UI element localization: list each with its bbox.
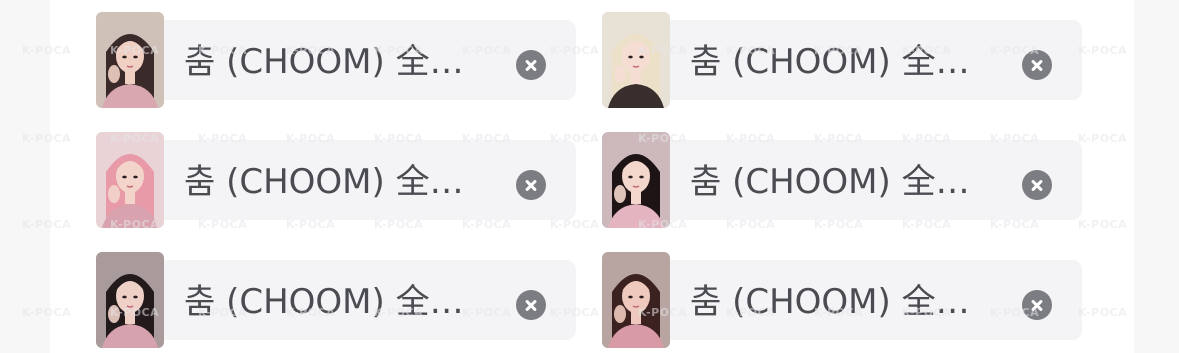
remove-item-icon[interactable] bbox=[1022, 50, 1052, 80]
photocard-member-6 bbox=[602, 252, 670, 348]
photocard-member-1 bbox=[96, 12, 164, 108]
photocard-title: 춤 (CHOOM) 全… bbox=[690, 282, 970, 322]
photocard-grid: 춤 (CHOOM) 全… 춤 (CHOOM) 全… 춤 (CHOOM) 全… 춤… bbox=[96, 12, 1082, 352]
photocard-thumbnail[interactable] bbox=[96, 252, 164, 348]
left-rail bbox=[0, 0, 50, 353]
photocard-thumbnail[interactable] bbox=[602, 252, 670, 348]
photocard-title: 춤 (CHOOM) 全… bbox=[184, 42, 464, 82]
photocard-item[interactable]: 춤 (CHOOM) 全… bbox=[96, 132, 576, 228]
remove-item-icon[interactable] bbox=[516, 290, 546, 320]
watermark-mark: K-POCA bbox=[1078, 132, 1128, 145]
photocard-item[interactable]: 춤 (CHOOM) 全… bbox=[96, 252, 576, 348]
photocard-thumbnail[interactable] bbox=[602, 12, 670, 108]
remove-item-icon[interactable] bbox=[516, 170, 546, 200]
watermark-mark: K-POCA bbox=[1078, 218, 1128, 231]
watermark-mark: K-POCA bbox=[1078, 306, 1128, 319]
remove-item-icon[interactable] bbox=[516, 50, 546, 80]
photocard-thumbnail[interactable] bbox=[96, 132, 164, 228]
right-rail bbox=[1134, 0, 1179, 353]
photocard-item[interactable]: 춤 (CHOOM) 全… bbox=[602, 12, 1082, 108]
photocard-item[interactable]: 춤 (CHOOM) 全… bbox=[602, 132, 1082, 228]
watermark-mark: K-POCA bbox=[1078, 44, 1128, 57]
photocard-member-4 bbox=[602, 132, 670, 228]
photocard-member-5 bbox=[96, 252, 164, 348]
remove-item-icon[interactable] bbox=[1022, 290, 1052, 320]
photocard-member-3 bbox=[96, 132, 164, 228]
photocard-item[interactable]: 춤 (CHOOM) 全… bbox=[602, 252, 1082, 348]
photocard-title: 춤 (CHOOM) 全… bbox=[690, 42, 970, 82]
photocard-member-2 bbox=[602, 12, 670, 108]
photocard-title: 춤 (CHOOM) 全… bbox=[690, 162, 970, 202]
photocard-item[interactable]: 춤 (CHOOM) 全… bbox=[96, 12, 576, 108]
photocard-title: 춤 (CHOOM) 全… bbox=[184, 282, 464, 322]
photocard-title: 춤 (CHOOM) 全… bbox=[184, 162, 464, 202]
photocard-thumbnail[interactable] bbox=[96, 12, 164, 108]
photocard-thumbnail[interactable] bbox=[602, 132, 670, 228]
remove-item-icon[interactable] bbox=[1022, 170, 1052, 200]
